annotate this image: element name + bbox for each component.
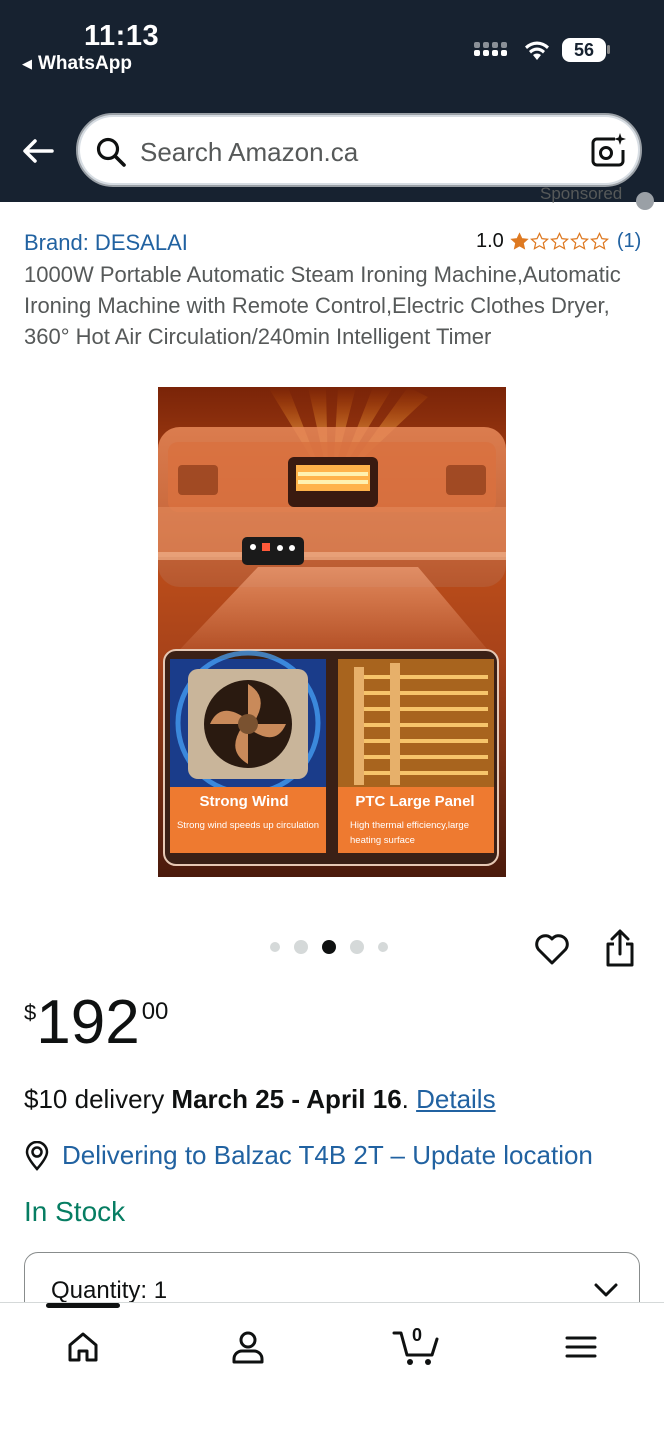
status-back-label: WhatsApp (38, 53, 132, 74)
nav-account[interactable] (226, 1325, 270, 1369)
nav-home[interactable] (61, 1325, 105, 1369)
rating-count[interactable]: (1) (617, 230, 641, 253)
menu-icon (565, 1336, 597, 1358)
image-caption-left-title: Strong Wind (199, 793, 288, 810)
rating-value: 1.0 (476, 230, 504, 252)
delivery-details-link[interactable]: Details (416, 1084, 495, 1114)
battery-indicator: 56 (562, 38, 606, 62)
carousel-dot-active[interactable] (322, 940, 336, 954)
stock-status: In Stock (24, 1196, 126, 1227)
image-carousel-dots[interactable] (270, 940, 402, 954)
delivery-info: $10 delivery March 25 - April 16. Detail… (24, 1084, 496, 1115)
search-icon (96, 137, 126, 167)
cellular-signal-icon (474, 42, 510, 62)
carousel-dot[interactable] (350, 940, 364, 954)
back-arrow-icon[interactable] (20, 133, 56, 169)
rating-stars (510, 232, 609, 251)
nav-menu[interactable] (559, 1325, 603, 1369)
carousel-dot[interactable] (378, 942, 388, 952)
image-caption-right-title: PTC Large Panel (355, 793, 474, 810)
account-icon (232, 1331, 264, 1364)
status-time: 11:13 (84, 20, 160, 52)
back-triangle-icon: ◀ (22, 56, 32, 71)
heart-icon[interactable] (533, 930, 571, 968)
delivery-prefix: $10 delivery (24, 1084, 172, 1114)
camera-search-icon[interactable] (588, 131, 628, 171)
share-icon[interactable] (603, 928, 637, 968)
star-full-icon (510, 232, 529, 250)
home-icon (68, 1332, 98, 1362)
location-pin-icon (25, 1140, 49, 1171)
star-empty-icon (589, 232, 609, 250)
price-whole: 192 (36, 988, 140, 1057)
app-header: 11:13 ◀ WhatsApp 56 (0, 0, 664, 202)
battery-tip (607, 45, 610, 54)
image-caption-right-sub-2: heating surface (350, 835, 415, 846)
product-title: 1000W Portable Automatic Steam Ironing M… (24, 262, 621, 349)
image-caption-right-sub-1: High thermal efficiency,large (350, 820, 469, 831)
active-tab-indicator (46, 1303, 120, 1308)
quantity-label: Quantity: 1 (51, 1277, 168, 1304)
brand-link[interactable]: Brand: DESALAI (24, 230, 188, 256)
price-fraction: 00 (141, 998, 169, 1025)
sponsored-label: Sponsored (540, 184, 623, 203)
star-empty-icon (569, 232, 589, 250)
product-price: $ 192 00 (24, 990, 168, 1056)
info-icon[interactable] (636, 192, 654, 210)
product-image[interactable]: Strong Wind Strong wind speeds up circul… (158, 387, 506, 877)
location-text: Delivering to Balzac T4B 2T – Update loc… (62, 1140, 593, 1170)
image-caption-left-sub: Strong wind speeds up circulation (177, 820, 319, 831)
delivery-location-link[interactable]: Delivering to Balzac T4B 2T – Update loc… (24, 1140, 593, 1171)
bottom-nav-bar: 0 (0, 1302, 664, 1440)
star-empty-icon (549, 232, 569, 250)
delivery-suffix: . (401, 1084, 417, 1114)
carousel-dot[interactable] (294, 940, 308, 954)
chevron-down-icon (594, 1283, 618, 1297)
search-bar[interactable] (76, 113, 642, 187)
price-currency: $ (24, 1000, 37, 1025)
product-rating[interactable]: 1.0 (1) (476, 230, 641, 253)
star-empty-icon (529, 232, 549, 250)
nav-cart[interactable]: 0 (390, 1325, 442, 1369)
status-back-to-app[interactable]: ◀ WhatsApp (22, 53, 132, 75)
search-input[interactable] (140, 133, 560, 171)
carousel-dot[interactable] (270, 942, 280, 952)
delivery-dates: March 25 - April 16 (171, 1084, 402, 1114)
wifi-icon (525, 41, 549, 60)
cart-count: 0 (412, 1325, 423, 1345)
